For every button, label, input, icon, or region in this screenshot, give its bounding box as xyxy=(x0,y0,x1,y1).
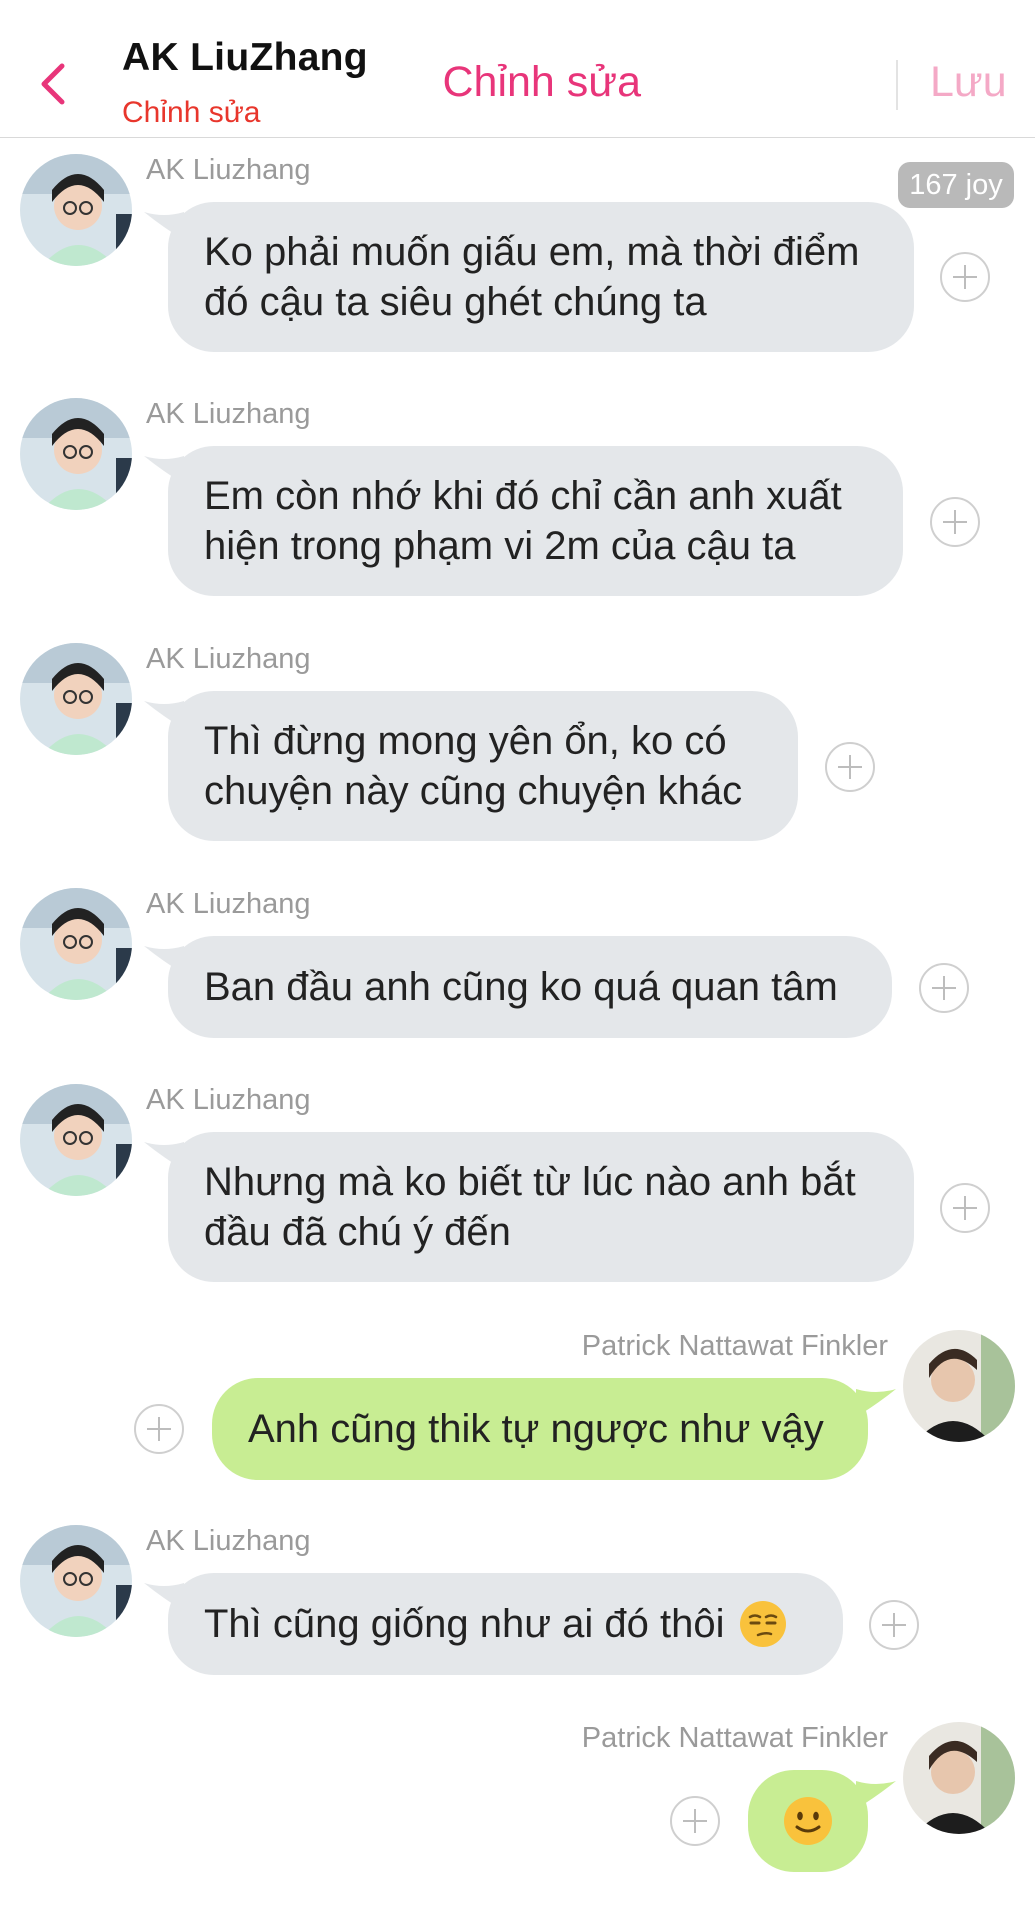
save-button[interactable]: Lưu xyxy=(930,58,1007,107)
add-reaction-button[interactable] xyxy=(919,963,969,1013)
message-bubble[interactable]: Thì đừng mong yên ổn, ko có chuyện này cũ… xyxy=(168,691,798,841)
avatar-ak-liuzhang[interactable] xyxy=(20,1084,132,1196)
add-reaction-button[interactable] xyxy=(930,497,980,547)
add-reaction-button[interactable] xyxy=(940,1183,990,1233)
avatar-patrick[interactable] xyxy=(903,1722,1015,1834)
message-bubble[interactable] xyxy=(748,1770,868,1872)
edit-button[interactable]: Chỉnh sửa xyxy=(443,58,642,107)
message-line: Nhưng mà ko biết từ lúc nào anh bắt xyxy=(204,1160,856,1204)
message-bubble[interactable]: Ban đầu anh cũng ko quá quan tâm xyxy=(168,936,892,1038)
sender-name: AK Liuzhang xyxy=(146,398,311,430)
sender-name: Patrick Nattawat Finkler xyxy=(581,1722,888,1754)
message-line: Thì đừng mong yên ổn, ko có xyxy=(204,719,727,763)
page-subtitle: Chỉnh sửa xyxy=(122,96,261,129)
add-reaction-button[interactable] xyxy=(869,1600,919,1650)
message-line: Ban đầu anh cũng ko quá quan tâm xyxy=(204,965,838,1009)
message-line: Em còn nhớ khi đó chỉ cần anh xuất xyxy=(204,474,842,518)
header-divider xyxy=(896,60,898,110)
message-bubble[interactable]: Anh cũng thik tự ngược như vậy xyxy=(212,1378,868,1480)
back-chevron-icon[interactable] xyxy=(32,58,76,110)
avatar-ak-liuzhang[interactable] xyxy=(20,154,132,266)
slightly-smiling-face-emoji-icon xyxy=(784,1797,832,1845)
unamused-face-emoji-icon xyxy=(740,1601,787,1647)
sender-name: Patrick Nattawat Finkler xyxy=(581,1330,888,1362)
add-reaction-button[interactable] xyxy=(940,252,990,302)
message-bubble[interactable]: Em còn nhớ khi đó chỉ cần anh xuất hiện t… xyxy=(168,446,903,596)
joy-count-badge: 167 joy xyxy=(898,162,1014,208)
message-line: Thì cũng giống như ai đó thôi xyxy=(204,1602,725,1646)
avatar-ak-liuzhang[interactable] xyxy=(20,643,132,755)
message-line: Anh cũng thik tự ngược như vậy xyxy=(248,1407,824,1451)
add-reaction-button[interactable] xyxy=(670,1796,720,1846)
sender-name: AK Liuzhang xyxy=(146,1525,311,1557)
message-line: đầu đã chú ý đến xyxy=(204,1210,511,1254)
sender-name: AK Liuzhang xyxy=(146,154,311,186)
sender-name: AK Liuzhang xyxy=(146,643,311,675)
message-bubble[interactable]: Thì cũng giống như ai đó thôi xyxy=(168,1573,843,1675)
message-line: đó cậu ta siêu ghét chúng ta xyxy=(204,280,707,324)
avatar-ak-liuzhang[interactable] xyxy=(20,1525,132,1637)
add-reaction-button[interactable] xyxy=(134,1404,184,1454)
sender-name: AK Liuzhang xyxy=(146,888,311,920)
message-line: chuyện này cũng chuyện khác xyxy=(204,769,743,813)
message-bubble[interactable]: Ko phải muốn giấu em, mà thời điểm đó cậu… xyxy=(168,202,914,352)
add-reaction-button[interactable] xyxy=(825,742,875,792)
avatar-ak-liuzhang[interactable] xyxy=(20,888,132,1000)
sender-name: AK Liuzhang xyxy=(146,1084,311,1116)
message-bubble[interactable]: Nhưng mà ko biết từ lúc nào anh bắt đầu đ… xyxy=(168,1132,914,1282)
page-title: AK LiuZhang xyxy=(122,36,368,79)
avatar-patrick[interactable] xyxy=(903,1330,1015,1442)
message-line: Ko phải muốn giấu em, mà thời điểm xyxy=(204,230,860,274)
chat-header: AK LiuZhang Chỉnh sửa Chỉnh sửa Lưu xyxy=(0,0,1035,138)
message-line: hiện trong phạm vi 2m của cậu ta xyxy=(204,524,796,568)
avatar-ak-liuzhang[interactable] xyxy=(20,398,132,510)
